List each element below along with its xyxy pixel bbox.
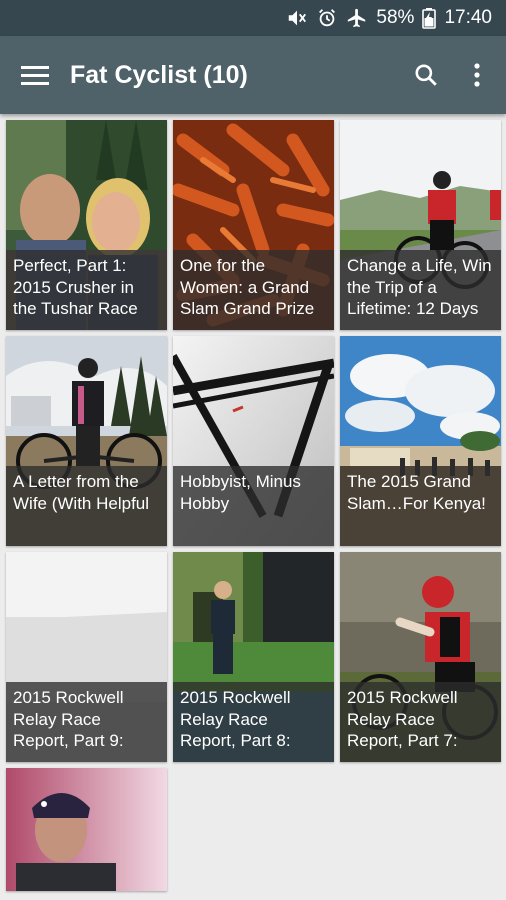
post-title: Perfect, Part 1: 2015 Crusher in the Tus… — [6, 250, 167, 330]
post-title: 2015 Rockwell Relay Race Report, Part 8: — [173, 682, 334, 762]
more-vert-icon — [474, 63, 480, 87]
status-bar: 58% 17:40 — [0, 0, 506, 36]
alarm-icon — [316, 7, 338, 29]
menu-icon — [21, 66, 49, 85]
post-title: 2015 Rockwell Relay Race Report, Part 9: — [6, 682, 167, 762]
battery-percent: 58% — [376, 7, 415, 28]
post-card[interactable]: 2015 Rockwell Relay Race Report, Part 9: — [6, 552, 167, 762]
battery-charging-icon — [422, 7, 437, 29]
post-card[interactable]: One for the Women: a Grand Slam Grand Pr… — [173, 120, 334, 330]
search-button[interactable] — [398, 36, 454, 114]
search-icon — [415, 64, 437, 86]
post-title: One for the Women: a Grand Slam Grand Pr… — [173, 250, 334, 330]
post-card[interactable]: The 2015 Grand Slam…For Kenya! — [340, 336, 501, 546]
post-title: Change a Life, Win the Trip of a Lifetim… — [340, 250, 501, 330]
post-title: Hobbyist, Minus Hobby — [173, 466, 334, 546]
post-thumbnail — [6, 768, 167, 891]
page-title: Fat Cyclist (10) — [70, 60, 248, 89]
post-card[interactable]: 2015 Rockwell Relay Race Report, Part 7: — [340, 552, 501, 762]
post-card[interactable]: A Letter from the Wife (With Helpful — [6, 336, 167, 546]
more-options-button[interactable] — [454, 36, 500, 114]
mute-icon — [286, 7, 308, 29]
post-grid: Perfect, Part 1: 2015 Crusher in the Tus… — [6, 120, 501, 891]
post-title: A Letter from the Wife (With Helpful — [6, 466, 167, 546]
post-card[interactable] — [6, 768, 167, 891]
app-bar: Fat Cyclist (10) — [0, 36, 506, 114]
post-title: 2015 Rockwell Relay Race Report, Part 7: — [340, 682, 501, 762]
post-card[interactable]: 2015 Rockwell Relay Race Report, Part 8: — [173, 552, 334, 762]
menu-button[interactable] — [0, 36, 70, 114]
post-card[interactable]: Hobbyist, Minus Hobby — [173, 336, 334, 546]
airplane-icon — [346, 7, 368, 29]
status-time: 17:40 — [444, 7, 492, 28]
post-title: The 2015 Grand Slam…For Kenya! — [340, 466, 501, 546]
post-card[interactable]: Perfect, Part 1: 2015 Crusher in the Tus… — [6, 120, 167, 330]
post-card[interactable]: Change a Life, Win the Trip of a Lifetim… — [340, 120, 501, 330]
